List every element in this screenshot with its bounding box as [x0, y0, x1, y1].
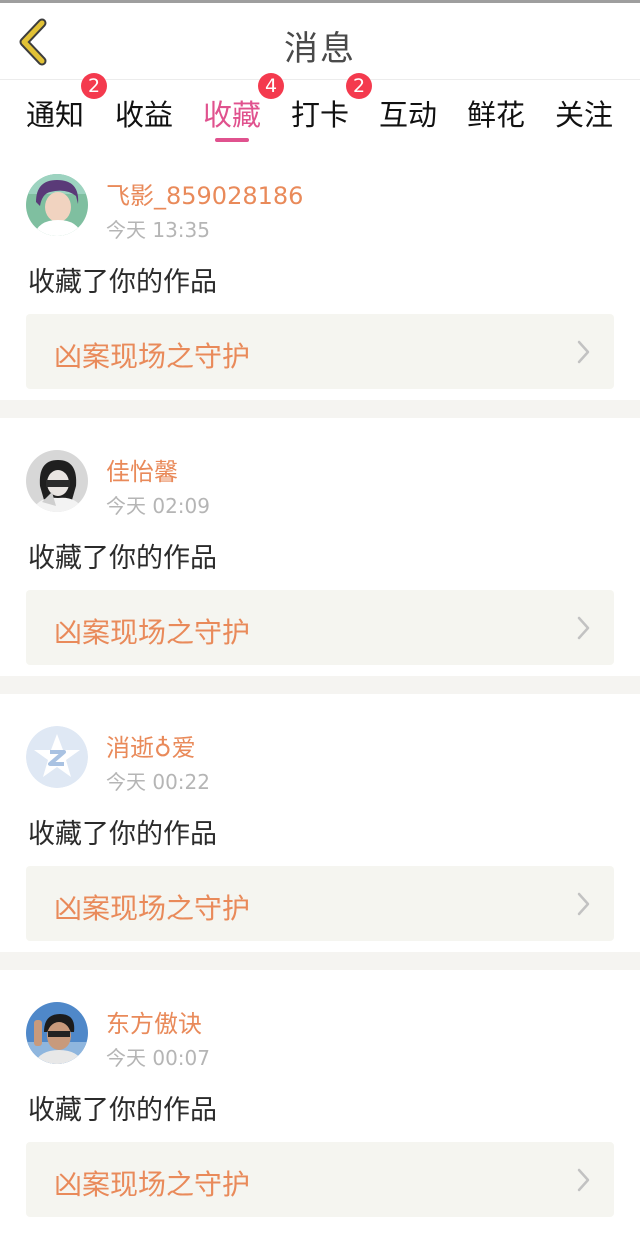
work-title: 凶案现场之守护	[54, 340, 251, 373]
list-item: 佳怡馨 今天 02:09 收藏了你的作品 凶案现场之守护	[0, 418, 640, 676]
tab-interactions[interactable]: 互动	[379, 92, 437, 134]
action-text: 收藏了你的作品	[28, 267, 217, 298]
user-name[interactable]: 飞影_859028186	[106, 176, 303, 211]
timestamp: 今天 00:07	[106, 1046, 210, 1070]
tab-following[interactable]: 关注	[555, 92, 613, 134]
tab-bar: 通知 2 收益 收藏 4 打卡 2 互动 鲜花 关注	[0, 73, 640, 142]
work-card-button[interactable]: 凶案现场之守护	[26, 590, 614, 665]
divider	[0, 676, 640, 694]
work-card-button[interactable]: 凶案现场之守护	[26, 314, 614, 389]
timestamp: 今天 02:09	[106, 494, 210, 518]
work-card-button[interactable]: 凶案现场之守护	[26, 1142, 614, 1217]
chevron-right-icon	[577, 892, 590, 916]
tab-notifications[interactable]: 通知	[26, 92, 84, 134]
avatar[interactable]	[26, 726, 88, 788]
tab-flowers[interactable]: 鲜花	[467, 92, 525, 134]
tab-badge-favorites: 4	[258, 73, 284, 99]
action-text: 收藏了你的作品	[28, 543, 217, 574]
tab-favorites[interactable]: 收藏	[203, 92, 261, 134]
user-name[interactable]: 东方傲诀	[106, 1004, 202, 1039]
action-text: 收藏了你的作品	[28, 1095, 217, 1126]
timestamp: 今天 13:35	[106, 218, 210, 242]
avatar[interactable]	[26, 1002, 88, 1064]
action-text: 收藏了你的作品	[28, 819, 217, 850]
list-item: 东方傲诀 今天 00:07 收藏了你的作品 凶案现场之守护	[0, 970, 640, 1228]
divider	[0, 952, 640, 970]
tab-earnings[interactable]: 收益	[115, 92, 173, 134]
divider	[0, 400, 640, 418]
work-title: 凶案现场之守护	[54, 892, 251, 925]
header-bar: 消息	[0, 3, 640, 80]
list-item: 飞影_859028186 今天 13:35 收藏了你的作品 凶案现场之守护	[0, 142, 640, 400]
message-list: 飞影_859028186 今天 13:35 收藏了你的作品 凶案现场之守护 佳怡…	[0, 142, 640, 1228]
page-title: 消息	[284, 29, 356, 69]
work-title: 凶案现场之守护	[54, 616, 251, 649]
avatar[interactable]	[26, 450, 88, 512]
timestamp: 今天 00:22	[106, 770, 210, 794]
tab-badge-checkin: 2	[346, 73, 372, 99]
user-name[interactable]: 消逝♁爱	[106, 728, 196, 763]
default-star-avatar-icon	[26, 726, 88, 788]
chevron-right-icon	[577, 1168, 590, 1192]
chevron-right-icon	[577, 616, 590, 640]
tab-badge-notifications: 2	[81, 73, 107, 99]
work-card-button[interactable]: 凶案现场之守护	[26, 866, 614, 941]
tab-checkin[interactable]: 打卡	[291, 92, 349, 134]
chevron-right-icon	[577, 340, 590, 364]
avatar[interactable]	[26, 174, 88, 236]
work-title: 凶案现场之守护	[54, 1168, 251, 1201]
user-name[interactable]: 佳怡馨	[106, 452, 178, 487]
list-item: 消逝♁爱 今天 00:22 收藏了你的作品 凶案现场之守护	[0, 694, 640, 952]
